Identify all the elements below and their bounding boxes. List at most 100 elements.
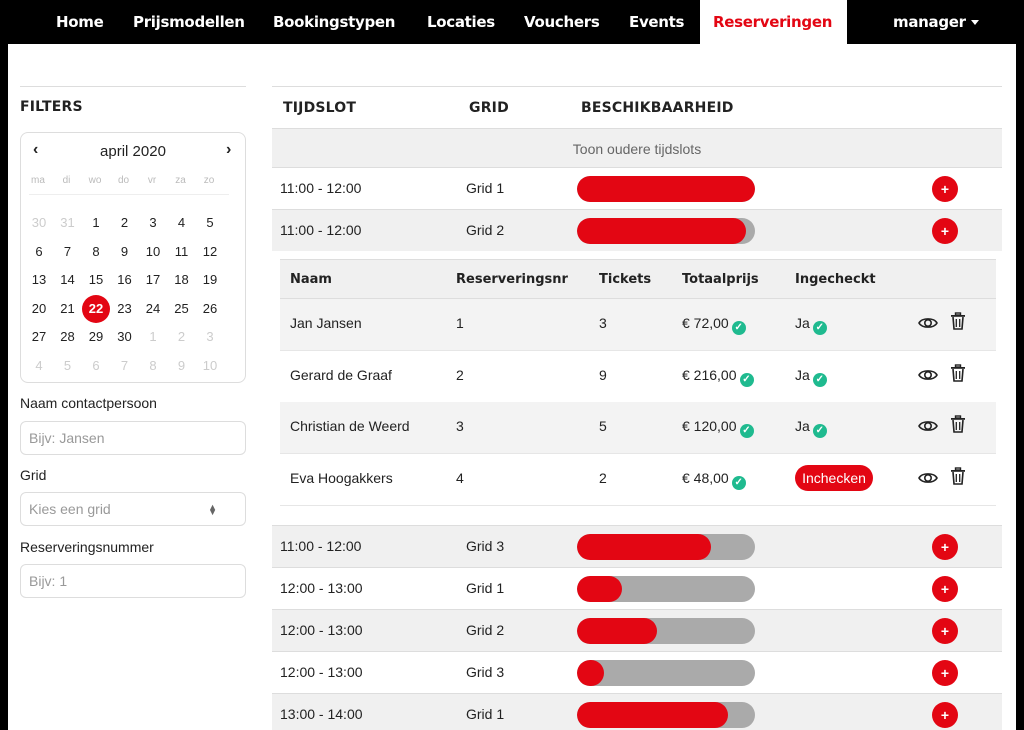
add-reservation-button[interactable]: + [932,534,958,560]
reservation-name-text: Gerard de Graaf [290,366,392,383]
caret-down-icon [970,20,979,25]
calendar-day[interactable]: 30 [25,209,53,237]
calendar-day[interactable]: 20 [25,295,53,323]
calendar-day[interactable]: 25 [168,295,196,323]
calendar-day[interactable]: 8 [82,238,110,266]
calendar-day[interactable]: 6 [25,238,53,266]
delete-trash-icon[interactable] [948,414,970,436]
calendar-day[interactable]: 29 [82,323,110,351]
nav-prijsmodellen[interactable]: Prijsmodellen [133,0,245,44]
calendar-day[interactable]: 22 [82,294,110,323]
calendar-weekday: wo [88,175,102,186]
calendar-day[interactable]: 2 [111,209,139,237]
contact-input[interactable] [20,421,246,455]
availability-bar-fill [577,576,622,602]
nav-vouchers[interactable]: Vouchers [524,0,600,44]
nav-reserveringen[interactable]: Reserveringen [700,0,847,44]
calendar-day[interactable]: 3 [139,209,167,237]
user-menu[interactable]: manager [893,0,979,44]
contact-label: Naam contactpersoon [20,395,157,411]
calendar-day[interactable]: 15 [82,266,110,294]
timeslot-time: 11:00 - 12:00 [280,222,362,238]
reservation-total-text: € 216,00 [682,366,737,383]
calendar-day[interactable]: 8 [139,352,167,380]
reservation-number: 2 [456,367,464,383]
paid-check-icon: ✓ [731,475,746,490]
calendar-day[interactable]: 11 [168,238,196,266]
calendar-day[interactable]: 10 [139,238,167,266]
calendar-month-title: april 2020 [100,143,166,160]
view-eye-icon[interactable] [918,468,940,490]
calendar-day[interactable]: 4 [25,352,53,380]
calendar-day[interactable]: 16 [111,266,139,294]
calendar-day[interactable]: 7 [54,238,82,266]
calendar-weekday: ma [31,175,45,186]
calendar-day[interactable]: 18 [168,266,196,294]
nav-bookingstypen[interactable]: Bookingstypen [273,0,395,44]
grid-select[interactable]: Kies een grid ▲ ▼ [20,492,246,526]
calendar-day[interactable]: 9 [168,352,196,380]
calendar-weekday: za [175,175,186,186]
availability-bar-fill [577,618,658,644]
nav-locaties[interactable]: Locaties [427,0,495,44]
calendar-day[interactable]: 9 [111,238,139,266]
calendar-day[interactable]: 14 [54,266,82,294]
calendar-day[interactable]: 27 [25,323,53,351]
calendar-day[interactable]: 24 [139,295,167,323]
delete-trash-icon[interactable] [948,363,970,385]
add-reservation-button[interactable]: + [932,618,958,644]
delete-trash-icon[interactable] [948,466,970,488]
availability-bar-fill [577,534,711,560]
calendar-day[interactable]: 5 [196,209,224,237]
calendar-day[interactable]: 12 [196,238,224,266]
add-reservation-button[interactable]: + [932,176,958,202]
availability-bar-fill [577,218,747,244]
calendar-next-icon[interactable]: › [226,141,231,159]
calendar-day[interactable]: 19 [196,266,224,294]
reservation-row: Gerard de Graaf 2 9 € 216,00 ✓ Ja ✓ [280,351,996,403]
calendar-day[interactable]: 21 [54,295,82,323]
reservation-total: € 48,00 ✓ [682,470,746,490]
calendar-day[interactable]: 13 [25,266,53,294]
calendar-day[interactable]: 28 [54,323,82,351]
nav-events[interactable]: Events [629,0,684,44]
reservation-number-text: 3 [456,418,464,434]
reservation-name-text: Jan Jansen [290,315,362,331]
paid-check-icon: ✓ [731,321,746,335]
nav-home[interactable]: Home [56,0,104,44]
reservation-checked-in: Ja ✓ [795,367,827,387]
calendar-day[interactable]: 26 [196,295,224,323]
calendar-day[interactable]: 31 [54,209,82,237]
calendar-day[interactable]: 4 [168,209,196,237]
view-eye-icon[interactable] [918,365,940,387]
calendar-day[interactable]: 23 [111,295,139,323]
reservation-checked-in-text: Ja [795,418,810,434]
show-older-timeslots[interactable]: Toon oudere tijdslots [272,128,1002,168]
resnr-input[interactable] [20,564,246,598]
delete-trash-icon[interactable] [948,311,970,333]
calendar-day[interactable]: 1 [139,323,167,351]
calendar-day[interactable]: 10 [196,352,224,380]
calendar-day[interactable]: 3 [196,323,224,351]
reservation-total: € 216,00 ✓ [682,367,754,387]
view-eye-icon[interactable] [918,313,940,335]
calendar-day[interactable]: 17 [139,266,167,294]
availability-bar [577,176,755,202]
calendar-day[interactable]: 2 [168,323,196,351]
timeslot-row: 12:00 - 13:00 Grid 3 + [272,651,1002,693]
checkin-button[interactable]: Inchecken [795,464,873,491]
reservation-number-text: 1 [456,315,464,331]
add-reservation-button[interactable]: + [932,660,958,686]
calendar-day[interactable]: 7 [111,352,139,380]
add-reservation-button[interactable]: + [932,576,958,602]
calendar-day[interactable]: 1 [82,209,110,237]
timeslot-grid: Grid 2 [466,622,505,638]
reservation-total: € 120,00 ✓ [682,418,754,438]
calendar-day[interactable]: 5 [54,352,82,380]
add-reservation-button[interactable]: + [932,218,958,244]
timeslot-grid: Grid 1 [466,180,505,196]
add-reservation-button[interactable]: + [932,702,958,728]
calendar-day[interactable]: 6 [82,352,110,380]
view-eye-icon[interactable] [918,416,940,438]
calendar-day[interactable]: 30 [111,323,139,351]
